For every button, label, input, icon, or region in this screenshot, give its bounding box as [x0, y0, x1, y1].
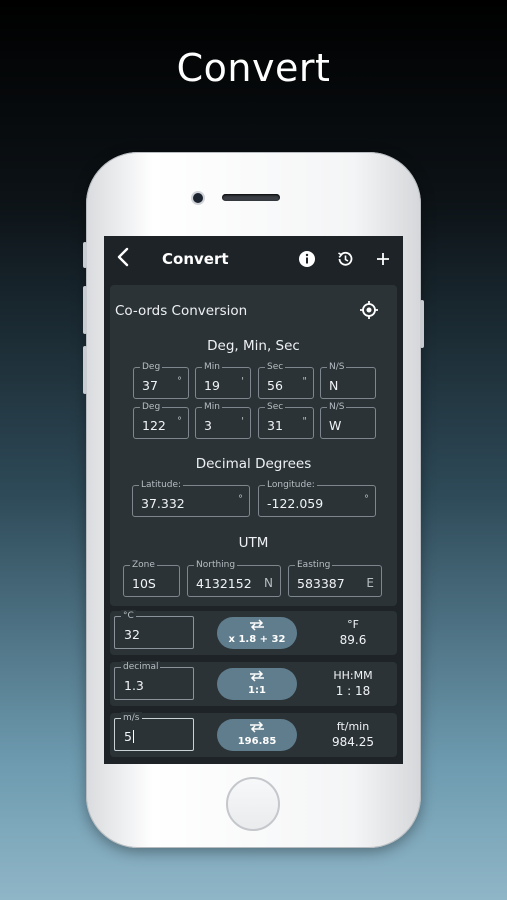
lon-direction-field[interactable]: N/S W	[320, 401, 376, 439]
lat-direction-field[interactable]: N/S N	[320, 361, 376, 399]
lon-minutes-field[interactable]: Min 3 '	[195, 401, 251, 439]
mps-input[interactable]: m/s 5	[114, 712, 194, 751]
swap-arrows-icon	[217, 619, 297, 634]
crosshair-icon[interactable]	[359, 300, 379, 320]
swap-button[interactable]: x 1.8 + 32	[217, 617, 297, 649]
mute-switch	[83, 242, 87, 268]
plus-icon[interactable]	[374, 250, 392, 268]
longitude-field[interactable]: Longitude: -122.059 °	[258, 479, 376, 517]
lat-minutes-field[interactable]: Min 19 '	[195, 361, 251, 399]
volume-down-button	[83, 346, 87, 394]
swap-button[interactable]: 1:1	[217, 668, 297, 700]
home-button[interactable]	[226, 777, 280, 831]
decimal-hours-input[interactable]: decimal 1.3	[114, 661, 194, 700]
swap-arrows-icon	[217, 670, 297, 685]
conversion-formula: 196.85	[237, 736, 277, 747]
lon-seconds-field[interactable]: Sec 31 "	[258, 401, 314, 439]
celsius-input[interactable]: °C 32	[114, 610, 194, 649]
phone-frame: Convert Co-ords Conversion Deg, Min, Sec…	[83, 152, 424, 848]
coords-card: Co-ords Conversion Deg, Min, Sec Deg 37 …	[110, 285, 397, 606]
utm-easting-field[interactable]: Easting 583387 E	[288, 559, 382, 597]
app-screen: Convert Co-ords Conversion Deg, Min, Sec…	[104, 236, 403, 764]
app-title: Convert	[162, 250, 229, 268]
fahrenheit-output: °F 89.6	[339, 618, 367, 647]
ftmin-output: ft/min 984.25	[332, 720, 374, 749]
latitude-field[interactable]: Latitude: 37.332 °	[132, 479, 250, 517]
time-converter: decimal 1.3 1:1 HH:MM 1 : 18	[110, 661, 397, 706]
coords-title: Co-ords Conversion	[115, 303, 248, 319]
utm-zone-field[interactable]: Zone 10S	[123, 559, 180, 597]
front-camera	[193, 193, 203, 203]
conversion-formula: x 1.8 + 32	[228, 634, 286, 645]
swap-button[interactable]: 196.85	[217, 719, 297, 751]
lat-degrees-field[interactable]: Deg 37 °	[133, 361, 189, 399]
dms-heading: Deg, Min, Sec	[207, 338, 300, 354]
hhmm-output: HH:MM 1 : 18	[333, 669, 373, 698]
lon-degrees-field[interactable]: Deg 122 °	[133, 401, 189, 439]
temperature-converter: °C 32 x 1.8 + 32 °F 89.6	[110, 610, 397, 655]
swap-arrows-icon	[217, 721, 297, 736]
decimal-heading: Decimal Degrees	[195, 456, 312, 472]
info-icon[interactable]	[298, 250, 316, 268]
lat-seconds-field[interactable]: Sec 56 "	[258, 361, 314, 399]
utm-northing-field[interactable]: Northing 4132152 N	[187, 559, 281, 597]
earpiece-speaker	[222, 194, 280, 201]
speed-converter: m/s 5 196.85 ft/min 984.25	[110, 712, 397, 757]
utm-heading: UTM	[238, 535, 269, 551]
volume-up-button	[83, 286, 87, 334]
text-cursor	[132, 730, 134, 743]
power-button	[420, 300, 424, 348]
chevron-left-icon[interactable]	[116, 247, 130, 272]
app-bar: Convert	[104, 236, 403, 282]
headline: Convert	[176, 46, 331, 90]
history-icon[interactable]	[336, 250, 354, 268]
conversion-formula: 1:1	[248, 685, 266, 696]
